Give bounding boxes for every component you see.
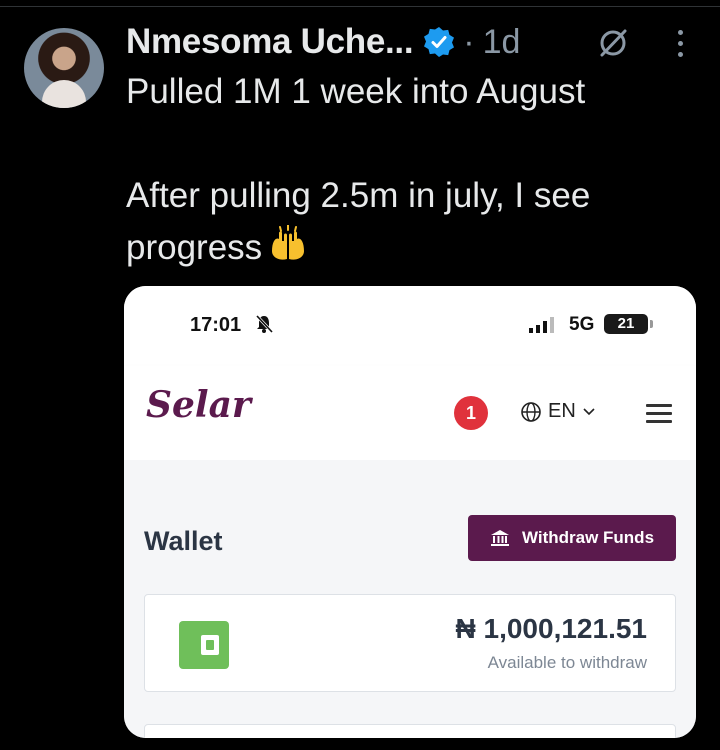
withdraw-funds-label: Withdraw Funds [521,528,655,547]
grok-icon[interactable] [596,26,630,60]
verified-badge-icon [424,27,455,57]
wallet-section: Wallet Withdraw Funds ₦ 1,000,121.51 Ava… [124,460,696,738]
hamburger-menu-icon[interactable] [646,404,672,424]
selar-logo[interactable]: Selar [146,384,251,426]
signal-icon [529,317,554,333]
tweet-body: Pulled 1M 1 week into August After pulli… [126,72,591,267]
muted-bell-icon [255,314,274,334]
tweet-header: Nmesoma Uche... · 1d [126,20,520,64]
screenshot-card[interactable]: 17:01 5G 21 Selar 1 EN Wallet Withdraw F… [124,286,696,738]
app-navbar: Selar 1 EN [124,366,696,460]
bank-icon [490,530,509,546]
timestamp[interactable]: 1d [483,23,521,62]
top-divider [0,6,720,7]
author-name[interactable]: Nmesoma Uche... [126,22,414,62]
secondary-card [144,724,676,738]
balance-caption: Available to withdraw [487,653,647,672]
tweet-text: Pulled 1M 1 week into August After pulli… [126,66,696,274]
language-code: EN [548,400,576,422]
avatar[interactable] [24,28,104,108]
network-type: 5G [569,314,595,335]
withdraw-funds-button[interactable]: Withdraw Funds [468,515,676,561]
separator-dot: · [463,22,475,61]
balance-amount: ₦ 1,000,121.51 [455,613,648,644]
wallet-icon [179,621,229,669]
status-time: 17:01 [190,314,242,336]
notification-badge[interactable]: 1 [454,396,488,430]
battery-icon: 21 [604,314,653,334]
more-options-icon[interactable] [670,30,690,60]
balance-card: ₦ 1,000,121.51 Available to withdraw [144,594,676,692]
raising-hands-icon [272,225,305,260]
globe-icon [521,401,541,422]
page-title: Wallet [144,526,223,556]
phone-status-bar: 17:01 5G 21 [124,286,696,366]
chevron-down-icon [583,407,595,415]
language-selector[interactable]: EN [520,400,595,423]
